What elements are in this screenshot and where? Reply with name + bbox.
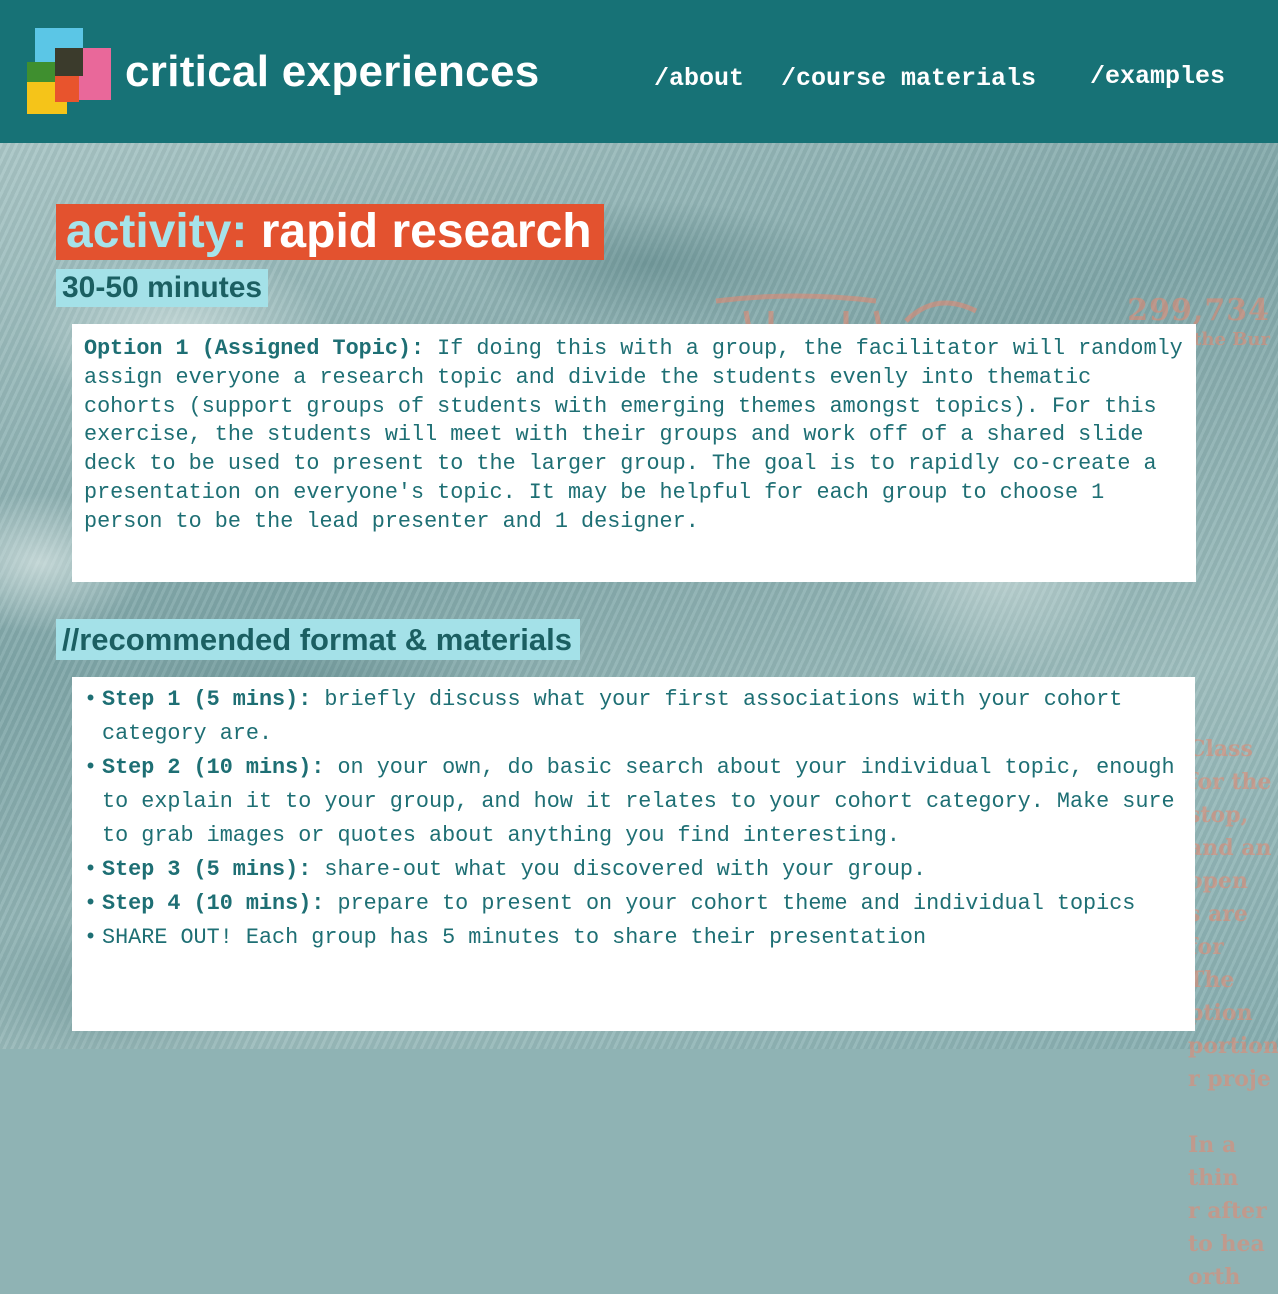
nav-link-course-materials[interactable]: /course materials (781, 64, 1036, 94)
option-label: Option 1 (Assigned Topic): (84, 336, 425, 361)
page-title: activity: rapid research (56, 204, 604, 260)
list-item: Step 3 (5 mins): share-out what you disc… (84, 853, 1181, 887)
steps-list-box: Step 1 (5 mins): briefly discuss what yo… (72, 677, 1195, 1031)
duration-tag: 30-50 minutes (56, 269, 269, 307)
background-number: 299,734 (1127, 293, 1270, 328)
list-item: Step 1 (5 mins): briefly discuss what yo… (84, 683, 1181, 751)
steps-list: Step 1 (5 mins): briefly discuss what yo… (84, 683, 1181, 955)
list-item: Step 4 (10 mins): prepare to present on … (84, 887, 1181, 921)
step-text: share-out what you discovered with your … (311, 857, 927, 882)
step-text: SHARE OUT! Each group has 5 minutes to s… (102, 925, 927, 950)
title-label: activity: (66, 205, 248, 258)
step-label: Step 2 (10 mins): (102, 755, 325, 780)
step-label: Step 4 (10 mins): (102, 891, 325, 916)
step-label: Step 1 (5 mins): (102, 687, 312, 712)
step-text: prepare to present on your cohort theme … (324, 891, 1136, 916)
site-header: critical experiences /about /course mate… (0, 0, 1278, 143)
background-side-text: Class for the stop, and an open s are fo… (1188, 736, 1278, 1290)
option-text: If doing this with a group, the facilita… (84, 336, 1183, 534)
logo-icon[interactable] (27, 28, 113, 114)
step-label: Step 3 (5 mins): (102, 857, 312, 882)
list-item: SHARE OUT! Each group has 5 minutes to s… (84, 921, 1181, 955)
site-title[interactable]: critical experiences (125, 44, 539, 100)
nav-link-examples[interactable]: /examples (1090, 62, 1225, 92)
section-heading-format: //recommended format & materials (56, 619, 580, 660)
list-item: Step 2 (10 mins): on your own, do basic … (84, 751, 1181, 853)
nav-link-about[interactable]: /about (654, 64, 744, 94)
option-description-box: Option 1 (Assigned Topic): If doing this… (72, 324, 1196, 582)
title-activity-name: rapid research (260, 205, 592, 258)
